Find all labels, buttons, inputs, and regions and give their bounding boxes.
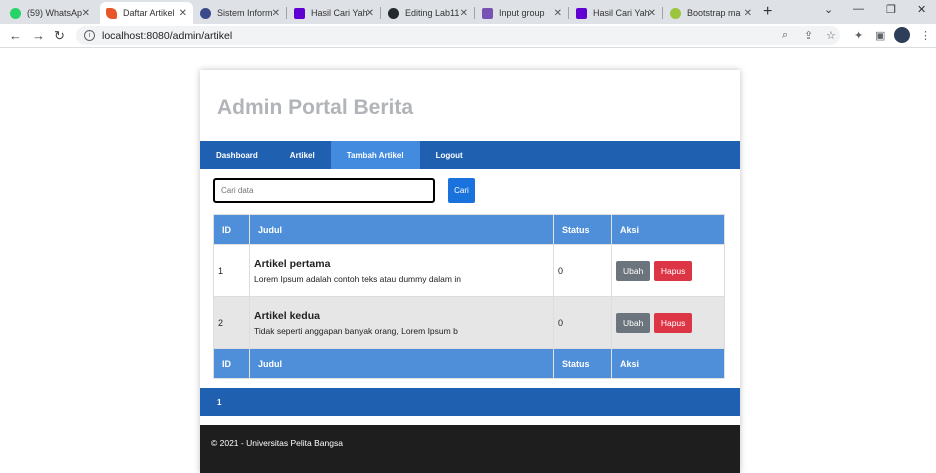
article-title: Artikel pertama xyxy=(254,257,331,270)
forward-icon[interactable]: → xyxy=(32,28,45,43)
page-header: Admin Portal Berita xyxy=(200,70,740,141)
back-icon[interactable]: ← xyxy=(9,28,22,43)
tab-title: Sistem Inform xyxy=(217,8,273,18)
bootstrap-icon xyxy=(482,7,493,19)
whatsapp-icon xyxy=(10,7,21,19)
browser-tab-active[interactable]: Daftar Artikel ✕ xyxy=(100,2,193,24)
extensions-icon[interactable]: ✦ xyxy=(854,29,863,42)
browser-tab[interactable]: Hasil Cari Yah ✕ xyxy=(288,2,380,24)
flame-icon xyxy=(106,7,117,19)
page-title: Admin Portal Berita xyxy=(217,96,414,119)
edit-button[interactable]: Ubah xyxy=(616,260,651,281)
cell-aksi: Ubah Hapus xyxy=(611,296,725,349)
nav-artikel[interactable]: Artikel xyxy=(274,141,331,169)
browser-tab[interactable]: (59) WhatsAp ✕ xyxy=(4,2,96,24)
browser-tab[interactable]: Input group ✕ xyxy=(476,2,568,24)
cell-aksi: Ubah Hapus xyxy=(611,244,725,297)
col-status: Status xyxy=(553,214,612,245)
col-aksi: Aksi xyxy=(611,214,725,245)
cell-judul: Artikel kedua Tidak seperti anggapan ban… xyxy=(249,296,554,349)
search-form: Cari xyxy=(213,178,475,203)
bookmark-star-icon[interactable]: ☆ xyxy=(826,29,836,42)
col-status: Status xyxy=(553,348,612,379)
tab-title: Hasil Cari Yah xyxy=(593,8,650,18)
yahoo-icon xyxy=(294,7,305,19)
browser-tab[interactable]: Sistem Inform ✕ xyxy=(194,2,286,24)
github-icon xyxy=(388,7,399,19)
delete-button[interactable]: Hapus xyxy=(653,312,693,333)
nav-tambah-artikel[interactable]: Tambah Artikel xyxy=(330,141,420,169)
article-title: Artikel kedua xyxy=(254,309,320,322)
pagination: 1 xyxy=(200,388,740,416)
reload-icon[interactable]: ↻ xyxy=(54,28,65,44)
address-bar: ← → ↻ i localhost:8080/admin/artikel ⌕ ⇪… xyxy=(0,24,936,48)
browser-tab[interactable]: Hasil Cari Yah ✕ xyxy=(570,2,662,24)
nav-dashboard[interactable]: Dashboard xyxy=(200,141,274,169)
close-icon[interactable]: ✕ xyxy=(744,8,752,19)
tab-search-icon[interactable]: ⌄ xyxy=(824,3,833,16)
share-icon[interactable]: ⇪ xyxy=(804,29,813,42)
search-input[interactable] xyxy=(213,178,435,203)
close-icon[interactable]: ✕ xyxy=(366,8,374,19)
close-icon[interactable]: ✕ xyxy=(179,8,187,19)
tab-title: Daftar Artikel xyxy=(123,8,175,18)
close-icon[interactable]: ✕ xyxy=(554,8,562,19)
table-header-row: ID Judul Status Aksi xyxy=(213,214,725,245)
url-field[interactable]: i localhost:8080/admin/artikel xyxy=(76,26,840,45)
page-link[interactable]: 1 xyxy=(217,398,221,407)
cell-judul: Artikel pertama Lorem Ipsum adalah conto… xyxy=(249,244,554,297)
table-row: 2 Artikel kedua Tidak seperti anggapan b… xyxy=(213,296,725,349)
browser-tab[interactable]: Bootstrap ma ✕ xyxy=(664,2,758,24)
new-tab-icon[interactable]: + xyxy=(763,2,772,22)
article-table: ID Judul Status Aksi 1 Artikel pertama L… xyxy=(213,214,725,379)
maximize-icon[interactable]: ❐ xyxy=(886,3,896,16)
table-row: 1 Artikel pertama Lorem Ipsum adalah con… xyxy=(213,244,725,297)
university-icon xyxy=(200,7,211,19)
search-button[interactable]: Cari xyxy=(448,178,475,203)
close-icon[interactable]: ✕ xyxy=(460,8,468,19)
bootstrap-icon xyxy=(670,7,681,19)
close-icon[interactable]: ✕ xyxy=(648,8,656,19)
nav-logout[interactable]: Logout xyxy=(420,141,479,169)
cell-status: 0 xyxy=(553,296,612,349)
col-id: ID xyxy=(213,348,250,379)
footer-text: © 2021 - Universitas Pelita Bangsa xyxy=(211,438,343,448)
side-panel-icon[interactable]: ▣ xyxy=(875,29,885,42)
page-footer: © 2021 - Universitas Pelita Bangsa xyxy=(200,425,740,473)
url-text: localhost:8080/admin/artikel xyxy=(102,29,233,42)
minimize-icon[interactable]: — xyxy=(853,3,864,15)
info-icon[interactable]: i xyxy=(84,30,95,41)
zoom-icon[interactable]: ⌕ xyxy=(782,29,788,42)
col-judul: Judul xyxy=(249,214,554,245)
tab-title: Input group xyxy=(499,8,545,18)
more-menu-icon[interactable]: ⋮ xyxy=(920,29,931,42)
article-excerpt: Lorem Ipsum adalah contoh teks atau dumm… xyxy=(254,273,461,284)
tab-bar: (59) WhatsAp ✕ Daftar Artikel ✕ Sistem I… xyxy=(0,0,936,24)
delete-button[interactable]: Hapus xyxy=(653,260,693,281)
article-excerpt: Tidak seperti anggapan banyak orang, Lor… xyxy=(254,325,458,336)
col-id: ID xyxy=(213,214,250,245)
avatar[interactable] xyxy=(894,27,910,43)
close-icon[interactable]: ✕ xyxy=(272,8,280,19)
col-aksi: Aksi xyxy=(611,348,725,379)
browser-tab[interactable]: Editing Lab11 ✕ xyxy=(382,2,474,24)
tab-title: (59) WhatsAp xyxy=(27,8,83,18)
close-icon[interactable]: ✕ xyxy=(82,8,90,19)
tab-title: Bootstrap ma xyxy=(687,8,741,18)
tab-title: Editing Lab11 xyxy=(405,8,460,18)
cell-id: 2 xyxy=(213,296,250,349)
cell-id: 1 xyxy=(213,244,250,297)
edit-button[interactable]: Ubah xyxy=(616,312,651,333)
col-judul: Judul xyxy=(249,348,554,379)
window-close-icon[interactable]: ✕ xyxy=(917,3,926,16)
tab-title: Hasil Cari Yah xyxy=(311,8,368,18)
main-nav: Dashboard Artikel Tambah Artikel Logout xyxy=(200,141,740,169)
cell-status: 0 xyxy=(553,244,612,297)
page-container: Admin Portal Berita Dashboard Artikel Ta… xyxy=(200,70,740,473)
table-footer-row: ID Judul Status Aksi xyxy=(213,348,725,379)
yahoo-icon xyxy=(576,7,587,19)
